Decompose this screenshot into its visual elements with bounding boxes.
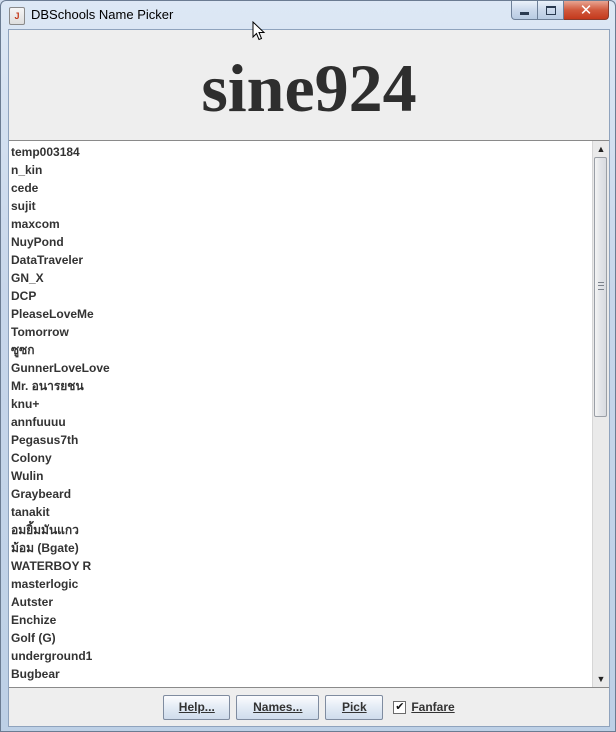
fanfare-label: Fanfare: [411, 700, 455, 714]
list-item[interactable]: DCP: [11, 287, 591, 305]
list-item[interactable]: GN_X: [11, 269, 591, 287]
picked-name-banner: sine924: [9, 30, 609, 140]
help-button[interactable]: Help...: [163, 694, 231, 720]
mouse-cursor-icon: [252, 21, 266, 41]
list-item[interactable]: Wulin: [11, 467, 591, 485]
arrow-up-icon: ▲: [596, 144, 606, 154]
list-item[interactable]: อมยิ้มมันแกว: [11, 521, 591, 539]
window-controls: ✕: [511, 1, 609, 21]
pick-button[interactable]: Pick: [325, 694, 384, 720]
list-item[interactable]: sujit: [11, 197, 591, 215]
vertical-scrollbar[interactable]: ▲ ▼: [592, 141, 609, 687]
list-item[interactable]: temp003184: [11, 143, 591, 161]
list-item[interactable]: PleaseLoveMe: [11, 305, 591, 323]
list-item[interactable]: Golf (G): [11, 629, 591, 647]
list-item[interactable]: GunnerLoveLove: [11, 359, 591, 377]
title-bar[interactable]: J DBSchools Name Picker ✕: [1, 1, 615, 29]
picked-name: sine924: [201, 49, 417, 126]
scroll-up-button[interactable]: ▲: [593, 141, 609, 157]
list-item[interactable]: NuyPond: [11, 233, 591, 251]
list-item[interactable]: DataTraveler: [11, 251, 591, 269]
bottom-toolbar: Help... Names... Pick ✔ Fanfare: [9, 688, 609, 726]
names-list[interactable]: temp003184 n_kin cede sujit maxcom NuyPond Dat…: [11, 143, 591, 683]
list-item[interactable]: Pegasus7th: [11, 431, 591, 449]
list-item[interactable]: annfuuuu: [11, 413, 591, 431]
fanfare-checkbox[interactable]: ✔: [393, 700, 407, 714]
arrow-down-icon: ▼: [596, 674, 606, 684]
close-icon: ✕: [579, 2, 593, 19]
main-panel: sine924 temp003184 n_kin cede sujit maxcom Nu…: [8, 29, 610, 727]
java-icon: J: [9, 7, 25, 25]
maximize-button[interactable]: [538, 1, 564, 20]
list-item[interactable]: tanakit: [11, 503, 591, 521]
list-item[interactable]: underground1: [11, 647, 591, 665]
names-button[interactable]: Names...: [236, 694, 320, 720]
list-item[interactable]: Mr. อนารยชน: [11, 377, 591, 395]
fanfare-checkbox-group[interactable]: ✔ Fanfare: [393, 700, 455, 714]
app-window: J DBSchools Name Picker ✕ sine924 temp00…: [0, 0, 616, 732]
list-item[interactable]: knu+: [11, 395, 591, 413]
window-title: DBSchools Name Picker: [31, 7, 174, 22]
names-list-panel[interactable]: temp003184 n_kin cede sujit maxcom NuyPond Dat…: [9, 140, 609, 688]
list-item[interactable]: Tomorrow: [11, 323, 591, 341]
list-item[interactable]: n_kin: [11, 161, 591, 179]
list-item[interactable]: masterlogic: [11, 575, 591, 593]
list-item[interactable]: Bugbear: [11, 665, 591, 683]
list-item[interactable]: ซูซก: [11, 341, 591, 359]
list-item[interactable]: Colony: [11, 449, 591, 467]
list-item[interactable]: Autster: [11, 593, 591, 611]
list-item[interactable]: maxcom: [11, 215, 591, 233]
scrollbar-thumb[interactable]: [594, 157, 607, 417]
list-item[interactable]: Graybeard: [11, 485, 591, 503]
maximize-icon: [545, 5, 556, 15]
minimize-icon: [520, 11, 529, 15]
minimize-button[interactable]: [511, 1, 538, 20]
scroll-down-button[interactable]: ▼: [593, 671, 609, 687]
list-item[interactable]: Enchize: [11, 611, 591, 629]
grip-icon: [598, 282, 604, 290]
list-item[interactable]: cede: [11, 179, 591, 197]
close-button[interactable]: ✕: [564, 1, 609, 20]
list-item[interactable]: WATERBOY R: [11, 557, 591, 575]
list-item[interactable]: ม้อม (Bgate): [11, 539, 591, 557]
check-icon: ✔: [395, 700, 405, 713]
